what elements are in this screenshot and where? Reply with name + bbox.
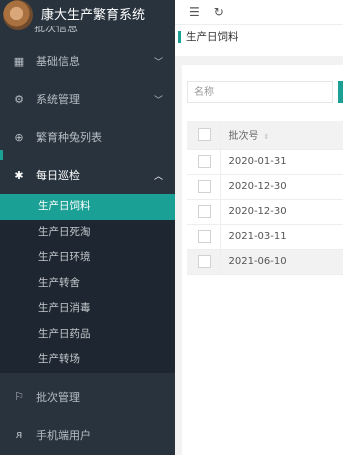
row-checkbox[interactable] (198, 155, 211, 168)
table-row: 2020-12-30 (187, 199, 343, 225)
sidebar-item-label: 基础信息 (36, 55, 80, 68)
grid-icon: ▦ (13, 54, 25, 68)
batch-cell: 2020-12-30 (219, 199, 343, 225)
chevron-up-icon: ︿ (153, 171, 163, 182)
row-checkbox[interactable] (198, 230, 211, 243)
app-title: 康大生产繁育系统 (41, 7, 146, 23)
top-toolbar: ☰ ↻ (175, 0, 343, 24)
sidebar-item-breeding-list[interactable]: ⊕ 繁育种兔列表 (0, 118, 175, 156)
search-button[interactable] (338, 81, 343, 103)
sidebar-item-system[interactable]: ⚙ 系统管理 ﹀ (0, 80, 175, 118)
sidebar: 康大生产繁育系统 批次信息 ▦ 基础信息 ﹀ ⚙ 系统管理 ﹀ ⊕ 繁育种兔列表… (0, 0, 175, 455)
table-row: 2020-12-30 (187, 174, 343, 200)
row-checkbox[interactable] (198, 180, 211, 193)
row-checkbox[interactable] (198, 205, 211, 218)
sidebar-item-batch-mgmt[interactable]: ⚐ 批次管理 (0, 378, 175, 416)
link-icon: ⊕ (14, 130, 24, 144)
data-table: 批次号 ⇕ 2020-01-31 2020-12-30 2020-12-30 2… (187, 121, 343, 275)
chevron-down-icon: ﹀ (153, 57, 163, 68)
refresh-icon[interactable]: ↻ (214, 5, 224, 19)
table-row: 2021-03-11 (187, 224, 343, 250)
table-row: 2021-06-10 (187, 249, 343, 275)
sidebar-item-label: 每日巡检 (36, 169, 80, 182)
main-content: ☰ ↻ 生产日饲料 批次号⇕ (175, 0, 343, 455)
table-row: 2020-01-31 (187, 149, 343, 175)
app-logo (3, 0, 33, 30)
submenu-item-daily-disinfect[interactable]: 生产日消毒 (0, 296, 175, 322)
chevron-down-icon: ﹀ (153, 95, 163, 106)
batch-cell: 2021-03-11 (219, 224, 343, 250)
submenu-item-daily-env[interactable]: 生产日环境 (0, 245, 175, 271)
tab-bar: 生产日饲料 (175, 24, 343, 48)
sidebar-item-label: 系统管理 (36, 93, 80, 106)
sort-icon[interactable]: ⇕ (264, 133, 270, 141)
batch-cell: 2020-01-31 (219, 149, 343, 175)
sidebar-item-daily-inspection[interactable]: ✱ 每日巡检 ︿ (0, 156, 175, 194)
sidebar-item-basic-info[interactable]: ▦ 基础信息 ﹀ (0, 42, 175, 80)
row-checkbox[interactable] (198, 255, 211, 268)
gear-icon: ⚙ (14, 92, 24, 106)
sidebar-item-label: 繁育种兔列表 (36, 131, 102, 144)
table-header-row: 批次号 ⇕ (187, 121, 343, 150)
content-panel: 批次号⇕ 2020-01-31 2020-12-30 2 (182, 65, 343, 455)
flag-icon: ⚐ (14, 390, 24, 403)
column-header-batch[interactable]: 批次号 ⇕ (219, 121, 343, 150)
submenu-item-transfer-farm[interactable]: 生产转场 (0, 347, 175, 373)
brand-header: 康大生产繁育系统 (0, 0, 175, 30)
submenu-daily-inspection: 生产日饲料 生产日死淘 生产日环境 生产转舍 生产日消毒 生产日药品 生产转场 (0, 194, 175, 373)
sidebar-menu: ▦ 基础信息 ﹀ ⚙ 系统管理 ﹀ ⊕ 繁育种兔列表 ✱ 每日巡检 ︿ 生产日饲… (0, 42, 175, 454)
batch-cell: 2020-12-30 (219, 174, 343, 200)
submenu-item-daily-cull[interactable]: 生产日死淘 (0, 220, 175, 246)
sidebar-item-label: 手机端用户 (36, 428, 91, 442)
content-area: 批次号⇕ 2020-01-31 2020-12-30 2 (175, 56, 343, 455)
batch-cell: 2021-06-10 (219, 249, 343, 275)
sidebar-item-label: 批次管理 (36, 390, 80, 404)
sidebar-item-mobile-users[interactable]: ᴙ 手机端用户 (0, 416, 175, 454)
tab-active-indicator (178, 30, 181, 43)
rabbit-icon: ✱ (14, 168, 24, 182)
submenu-item-daily-feed[interactable]: 生产日饲料 (0, 194, 175, 220)
menu-toggle-icon[interactable]: ☰ (189, 5, 200, 19)
select-all-checkbox[interactable] (198, 128, 211, 142)
submenu-item-daily-medicine[interactable]: 生产日药品 (0, 322, 175, 348)
search-name-input[interactable] (187, 81, 333, 103)
submenu-item-transfer-house[interactable]: 生产转舍 (0, 271, 175, 297)
tab-daily-feed[interactable]: 生产日饲料 (186, 29, 239, 44)
user-icon: ᴙ (15, 428, 23, 441)
